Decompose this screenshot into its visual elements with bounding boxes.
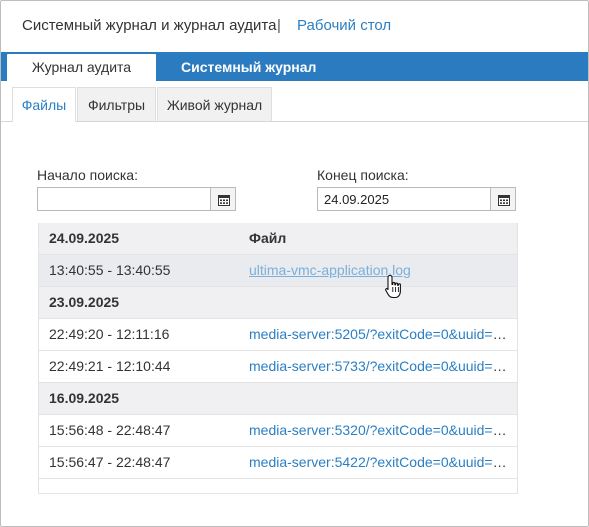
date-group-row: 16.09.2025: [39, 383, 517, 415]
row-time: 22:49:20 - 12:11:16: [49, 326, 170, 342]
table-row[interactable]: 22:49:20 - 12:11:16 media-server:5205/?e…: [39, 319, 517, 351]
table-scroll-tail: [39, 479, 517, 494]
search-end-input[interactable]: [317, 187, 491, 211]
table-row[interactable]: 22:49:21 - 12:10:44 media-server:5733/?e…: [39, 351, 517, 383]
header-separator: |: [277, 17, 281, 34]
header-file: Файл: [249, 230, 287, 246]
header-bar: Системный журнал и журнал аудита | Рабоч…: [1, 1, 588, 51]
tab-files[interactable]: Файлы: [12, 87, 76, 122]
start-calendar-button[interactable]: [210, 187, 236, 211]
search-start-label: Начало поиска:: [37, 167, 138, 183]
sub-tab-bar: Файлы Фильтры Живой журнал: [1, 81, 588, 122]
search-end-label: Конец поиска:: [317, 167, 409, 183]
row-time: 15:56:47 - 22:48:47: [49, 454, 171, 470]
date-group-row: 23.09.2025: [39, 287, 517, 319]
file-link[interactable]: media-server:5733/?exitCode=0&uuid=2...: [249, 358, 507, 374]
calendar-icon: [498, 195, 510, 206]
search-start-input[interactable]: [37, 187, 211, 211]
table-row[interactable]: 15:56:47 - 22:48:47 media-server:5422/?e…: [39, 447, 517, 479]
tab-audit-log[interactable]: Журнал аудита: [7, 54, 156, 81]
table-row[interactable]: 13:40:55 - 13:40:55 ultima-vmc-applicati…: [39, 255, 517, 287]
end-calendar-button[interactable]: [490, 187, 516, 211]
log-window: Системный журнал и журнал аудита | Рабоч…: [0, 0, 589, 527]
group-date: 23.09.2025: [49, 294, 120, 310]
tab-system-log[interactable]: Системный журнал: [181, 54, 316, 81]
page-title: Системный журнал и журнал аудита: [22, 17, 277, 34]
file-link[interactable]: media-server:5422/?exitCode=0&uuid=e...: [249, 454, 507, 470]
hand-pointer-cursor: [385, 274, 401, 299]
group-date: 16.09.2025: [49, 390, 120, 406]
tab-filters[interactable]: Фильтры: [77, 87, 156, 121]
row-time: 15:56:48 - 22:48:47: [49, 422, 171, 438]
main-tab-bar: Журнал аудита Системный журнал: [1, 52, 588, 81]
log-files-table: 24.09.2025 Файл 13:40:55 - 13:40:55 ulti…: [38, 223, 518, 494]
table-row[interactable]: 15:56:48 - 22:48:47 media-server:5320/?e…: [39, 415, 517, 447]
desktop-link[interactable]: Рабочий стол: [297, 17, 391, 34]
tab-live-log[interactable]: Живой журнал: [157, 87, 272, 121]
file-link[interactable]: media-server:5320/?exitCode=0&uuid=b...: [249, 422, 507, 438]
row-time: 13:40:55 - 13:40:55: [49, 262, 171, 278]
header-date: 24.09.2025: [49, 230, 120, 246]
table-header-row: 24.09.2025 Файл: [39, 223, 517, 255]
row-time: 22:49:21 - 12:10:44: [49, 358, 171, 374]
calendar-icon: [218, 195, 230, 206]
file-link[interactable]: media-server:5205/?exitCode=0&uuid=e...: [249, 326, 507, 342]
